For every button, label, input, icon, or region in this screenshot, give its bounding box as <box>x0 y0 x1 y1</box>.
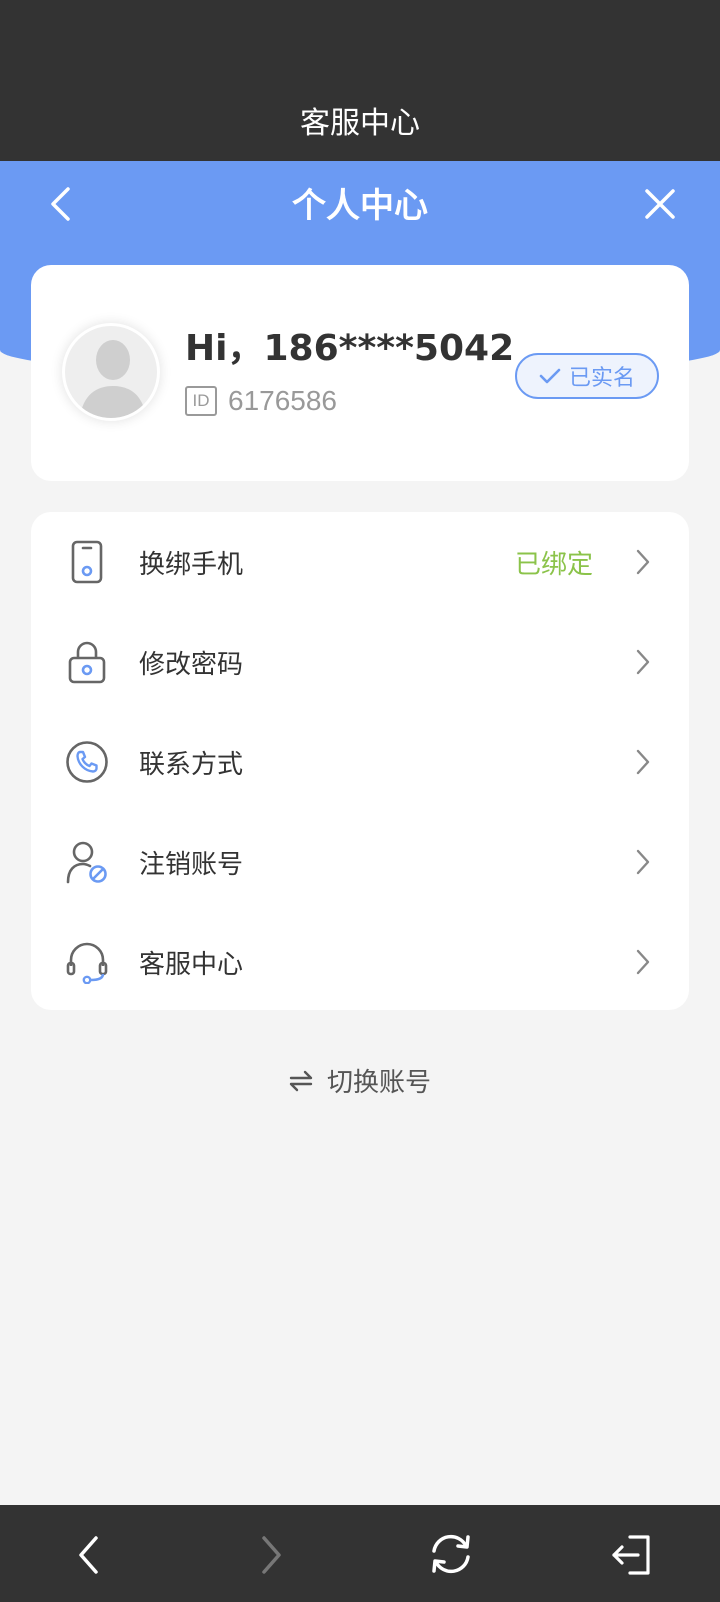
chevron-right-icon <box>636 649 650 675</box>
profile-card: Hi，186****5042 ID 6176586 已实名 <box>31 265 689 481</box>
back-button[interactable] <box>46 186 76 222</box>
chevron-right-icon <box>636 749 650 775</box>
close-button[interactable] <box>644 188 676 220</box>
menu-item-label: 换绑手机 <box>139 549 244 580</box>
menu-item-label: 修改密码 <box>139 649 244 680</box>
menu-item-contact[interactable]: 联系方式 <box>31 712 689 812</box>
chevron-right-icon <box>636 849 650 875</box>
menu-item-label: 联系方式 <box>139 749 244 780</box>
user-id-value: 6176586 <box>228 385 338 416</box>
switch-account-label: 切换账号 <box>326 1068 431 1098</box>
verified-badge: 已实名 <box>515 353 659 399</box>
nav-back-button[interactable] <box>68 1533 112 1577</box>
menu-item-change-password[interactable]: 修改密码 <box>31 612 689 712</box>
menu-item-delete-account[interactable]: 注销账号 <box>31 812 689 912</box>
headset-icon <box>66 942 108 984</box>
verified-label: 已实名 <box>568 366 635 391</box>
lock-icon <box>68 641 106 684</box>
settings-menu: 换绑手机 已绑定 修改密码 联系方式 注销账号 客服中心 <box>31 512 689 1010</box>
top-bar-title: 客服中心 <box>300 106 420 141</box>
switch-account-button[interactable]: 切换账号 <box>0 1062 720 1099</box>
menu-item-customer-service[interactable]: 客服中心 <box>31 912 689 1012</box>
bound-status: 已绑定 <box>514 549 593 580</box>
top-bar: 客服中心 <box>0 0 720 161</box>
chevron-right-icon <box>636 949 650 975</box>
user-silhouette-icon <box>79 340 147 418</box>
refresh-button[interactable] <box>426 1529 476 1579</box>
id-badge-icon: ID <box>185 386 217 416</box>
user-cancel-icon <box>66 841 107 884</box>
check-icon <box>539 368 561 384</box>
greeting-text: Hi，186****5042 <box>185 328 515 369</box>
user-id-row: ID 6176586 <box>185 385 337 417</box>
menu-item-change-phone[interactable]: 换绑手机 已绑定 <box>31 512 689 612</box>
bottom-navigation-bar <box>0 1505 720 1602</box>
phone-icon <box>71 540 103 584</box>
nav-forward-button[interactable] <box>248 1533 292 1577</box>
call-icon <box>66 741 108 783</box>
swap-icon <box>289 1070 313 1091</box>
exit-button[interactable] <box>610 1533 654 1577</box>
avatar[interactable] <box>62 323 160 421</box>
chevron-right-icon <box>636 549 650 575</box>
menu-item-label: 注销账号 <box>139 849 244 880</box>
menu-item-label: 客服中心 <box>139 949 244 980</box>
